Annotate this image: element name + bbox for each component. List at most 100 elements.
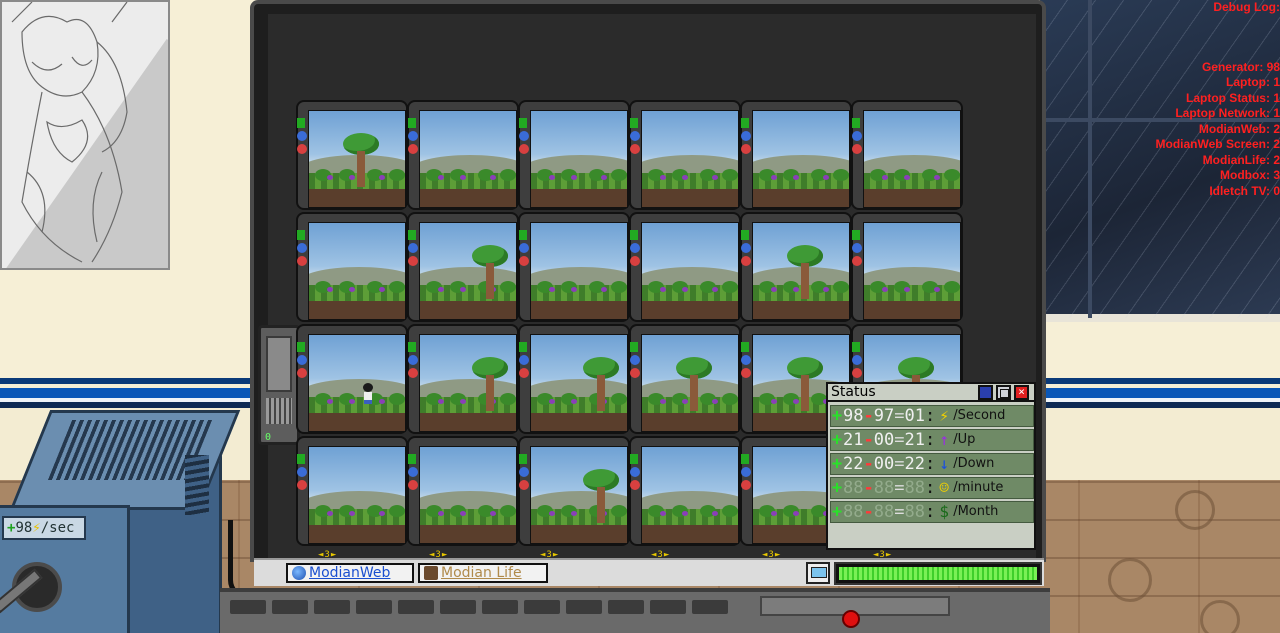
- minimize-button[interactable]: [978, 385, 993, 400]
- plus-icon[interactable]: [408, 243, 418, 253]
- minus-icon[interactable]: [297, 368, 307, 378]
- minus-icon[interactable]: [297, 256, 307, 266]
- minus-icon[interactable]: [630, 144, 640, 154]
- game-tile[interactable]: ◄3►: [851, 100, 963, 224]
- minus-icon[interactable]: [408, 368, 418, 378]
- plus-icon[interactable]: [519, 467, 529, 477]
- plus-icon[interactable]: [408, 131, 418, 141]
- key[interactable]: [356, 600, 392, 614]
- scene-berry: [490, 511, 496, 516]
- minus-icon[interactable]: [741, 144, 751, 154]
- plus-icon[interactable]: [630, 355, 640, 365]
- status-net: 21: [904, 430, 925, 450]
- plus-icon[interactable]: [852, 131, 862, 141]
- plus-icon[interactable]: [519, 243, 529, 253]
- monitor-icon[interactable]: [806, 562, 830, 584]
- minus-icon[interactable]: [519, 480, 529, 490]
- tile-controls: [852, 230, 862, 280]
- scene-berry: [327, 399, 333, 404]
- key[interactable]: [608, 600, 644, 614]
- minus-icon[interactable]: [408, 480, 418, 490]
- minus-icon[interactable]: [408, 256, 418, 266]
- key[interactable]: [272, 600, 308, 614]
- game-tile[interactable]: ◄3►: [296, 212, 408, 336]
- game-tile[interactable]: ◄3►: [629, 212, 741, 336]
- plus-icon[interactable]: [519, 355, 529, 365]
- game-tile[interactable]: ◄3►: [518, 436, 630, 560]
- plus-icon[interactable]: [519, 131, 529, 141]
- minus-icon[interactable]: [408, 144, 418, 154]
- minus-icon[interactable]: [741, 368, 751, 378]
- key[interactable]: [692, 600, 728, 614]
- game-tile[interactable]: ◄3►: [851, 212, 963, 336]
- game-tile[interactable]: ◄3►: [296, 100, 408, 224]
- modianweb-button[interactable]: ModianWeb: [286, 563, 414, 583]
- minus-icon[interactable]: [852, 144, 862, 154]
- minus-icon[interactable]: [852, 256, 862, 266]
- key[interactable]: [314, 600, 350, 614]
- plus-icon[interactable]: [630, 131, 640, 141]
- scene-berry: [682, 511, 688, 516]
- maximize-button[interactable]: [996, 385, 1011, 400]
- key[interactable]: [398, 600, 434, 614]
- plus-icon[interactable]: [741, 243, 751, 253]
- game-tile[interactable]: ◄3►: [407, 436, 519, 560]
- key[interactable]: [482, 600, 518, 614]
- plus-icon[interactable]: [297, 131, 307, 141]
- game-tile[interactable]: ◄3►: [629, 324, 741, 448]
- game-tile[interactable]: ◄3►: [518, 212, 630, 336]
- close-button[interactable]: ×: [1014, 385, 1029, 400]
- plus-icon[interactable]: [297, 467, 307, 477]
- key[interactable]: [230, 600, 266, 614]
- game-tile[interactable]: ◄3►: [629, 436, 741, 560]
- plus-icon[interactable]: [852, 355, 862, 365]
- scene-dirt: [420, 301, 516, 319]
- plus-icon[interactable]: [408, 355, 418, 365]
- minus-icon[interactable]: [519, 144, 529, 154]
- tile-scene: [863, 222, 961, 320]
- plus-icon[interactable]: [741, 467, 751, 477]
- side-module[interactable]: 0: [258, 325, 300, 445]
- minus-icon[interactable]: [297, 480, 307, 490]
- plus-icon[interactable]: [630, 467, 640, 477]
- status-window[interactable]: Status × +98-97 = 01: ⚡/Second +21-00 = 21: ↑/U…: [826, 382, 1036, 550]
- plus-icon[interactable]: [852, 243, 862, 253]
- game-tile[interactable]: ◄3►: [740, 100, 852, 224]
- game-tile[interactable]: ◄3►: [407, 324, 519, 448]
- tile-scene: [752, 110, 850, 208]
- game-tile[interactable]: ◄3►: [296, 324, 408, 448]
- minus-icon[interactable]: [519, 256, 529, 266]
- minus-icon[interactable]: [741, 256, 751, 266]
- tile-level-indicator: [519, 230, 527, 240]
- key[interactable]: [524, 600, 560, 614]
- plus-icon[interactable]: [741, 131, 751, 141]
- game-tile[interactable]: ◄3►: [407, 212, 519, 336]
- plus-icon[interactable]: [408, 467, 418, 477]
- modianlife-button[interactable]: Modian Life: [418, 563, 548, 583]
- minus-icon[interactable]: [852, 368, 862, 378]
- key[interactable]: [650, 600, 686, 614]
- minus-icon[interactable]: [630, 480, 640, 490]
- minus-icon[interactable]: [630, 368, 640, 378]
- game-tile[interactable]: ◄3►: [518, 100, 630, 224]
- minus-icon[interactable]: [519, 368, 529, 378]
- plus-icon[interactable]: [297, 243, 307, 253]
- minus-icon[interactable]: [630, 256, 640, 266]
- key[interactable]: [440, 600, 476, 614]
- plus-icon[interactable]: [630, 243, 640, 253]
- power-button[interactable]: [842, 610, 860, 628]
- game-tile[interactable]: ◄3►: [296, 436, 408, 560]
- minus-icon[interactable]: [741, 480, 751, 490]
- game-tile[interactable]: ◄3►: [740, 212, 852, 336]
- plus-icon[interactable]: [741, 355, 751, 365]
- game-tile[interactable]: ◄3►: [518, 324, 630, 448]
- key[interactable]: [566, 600, 602, 614]
- power-generator[interactable]: +98⚡/sec: [0, 410, 241, 633]
- scene-bush: [389, 169, 405, 181]
- game-tile[interactable]: ◄3►: [629, 100, 741, 224]
- scene-berry: [571, 399, 577, 404]
- plus-icon[interactable]: [297, 355, 307, 365]
- minus-icon[interactable]: [297, 144, 307, 154]
- game-tile[interactable]: ◄3►: [407, 100, 519, 224]
- status-minus: -: [863, 430, 874, 450]
